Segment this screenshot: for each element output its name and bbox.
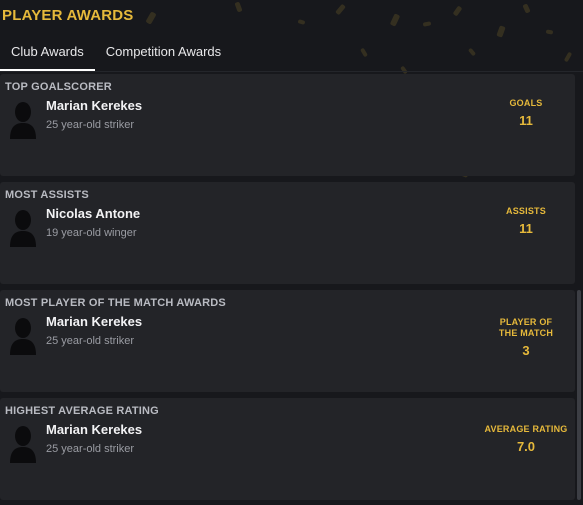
- stat-label: ASSISTS: [506, 206, 546, 216]
- page-title: PLAYER AWARDS: [2, 7, 134, 24]
- player-silhouette-icon: [10, 102, 36, 139]
- award-card-most-assists[interactable]: MOST ASSISTS Nicolas Antone 19 year-old …: [0, 182, 575, 284]
- award-stat: PLAYER OF THE MATCH 3: [476, 317, 576, 358]
- tab-competition-awards[interactable]: Competition Awards: [95, 36, 232, 71]
- award-tabs: Club Awards Competition Awards: [0, 36, 232, 71]
- award-stat: ASSISTS 11: [476, 206, 576, 236]
- player-description: 25 year-old striker: [46, 335, 135, 347]
- player-silhouette-icon: [10, 426, 36, 463]
- player-awards-page: PLAYER AWARDS Club Awards Competition Aw…: [0, 0, 583, 505]
- player-silhouette-icon: [10, 318, 36, 355]
- award-title: TOP GOALSCORER: [5, 81, 112, 93]
- award-title: MOST PLAYER OF THE MATCH AWARDS: [5, 297, 226, 309]
- award-card-highest-average-rating[interactable]: HIGHEST AVERAGE RATING Marian Kerekes 25…: [0, 398, 575, 500]
- player-description: 25 year-old striker: [46, 119, 135, 131]
- award-title: MOST ASSISTS: [5, 189, 89, 201]
- player-name[interactable]: Marian Kerekes: [46, 98, 142, 113]
- stat-label: PLAYER OF THE MATCH: [498, 317, 554, 338]
- player-name[interactable]: Marian Kerekes: [46, 314, 142, 329]
- stat-value: 7.0: [516, 439, 536, 454]
- award-card-most-player-of-the-match[interactable]: MOST PLAYER OF THE MATCH AWARDS Marian K…: [0, 290, 575, 392]
- player-description: 25 year-old striker: [46, 443, 135, 455]
- tab-club-awards[interactable]: Club Awards: [0, 36, 95, 71]
- player-name[interactable]: Nicolas Antone: [46, 206, 140, 221]
- stat-value: 3: [522, 343, 530, 358]
- award-card-top-goalscorer[interactable]: TOP GOALSCORER Marian Kerekes 25 year-ol…: [0, 74, 575, 176]
- player-silhouette-icon: [10, 210, 36, 247]
- award-stat: AVERAGE RATING 7.0: [476, 424, 576, 454]
- scrollbar[interactable]: [577, 290, 581, 500]
- stat-label: GOALS: [509, 98, 543, 108]
- stat-label: AVERAGE RATING: [484, 424, 568, 434]
- award-title: HIGHEST AVERAGE RATING: [5, 405, 159, 417]
- award-stat: GOALS 11: [476, 98, 576, 128]
- player-description: 19 year-old winger: [46, 227, 137, 239]
- stat-value: 11: [519, 221, 533, 236]
- player-name[interactable]: Marian Kerekes: [46, 422, 142, 437]
- stat-value: 11: [519, 113, 533, 128]
- tabs-divider: [0, 71, 583, 72]
